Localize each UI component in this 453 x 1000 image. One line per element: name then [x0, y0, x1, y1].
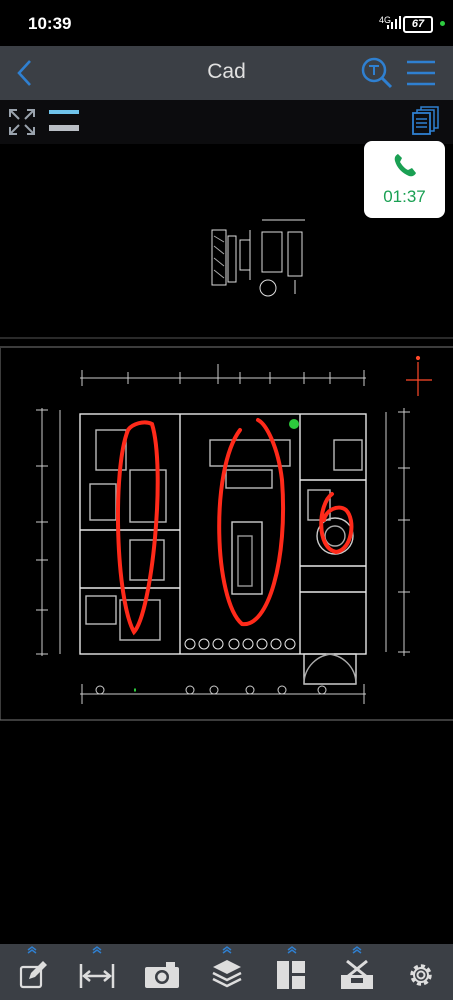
plant-green: [289, 419, 299, 429]
call-badge[interactable]: 01:37: [364, 141, 445, 218]
settings-icon: [410, 964, 432, 986]
measure-icon: [79, 964, 115, 988]
detail-drawing: [211, 219, 305, 297]
edit-button[interactable]: [2, 944, 62, 1000]
layers-icon: [212, 960, 242, 988]
status-bar: 10:39 4G 67: [0, 0, 453, 46]
measure-button[interactable]: [67, 944, 127, 1000]
status-time: 10:39: [28, 14, 72, 33]
expand-caret-icon: [27, 946, 37, 954]
view-toolbar: [0, 100, 453, 144]
layer-lines-icon[interactable]: [48, 108, 80, 136]
call-timer: 01:37: [383, 187, 426, 206]
fit-screen-icon[interactable]: [8, 108, 36, 136]
documents-icon[interactable]: [412, 106, 440, 136]
dimension-top: [80, 364, 366, 386]
settings-button[interactable]: [392, 944, 452, 1000]
expand-caret-icon: [92, 946, 102, 954]
layout-icon: [277, 961, 305, 989]
phone-icon: [394, 154, 416, 177]
expand-caret-icon: [352, 946, 362, 954]
dimension-left: [36, 408, 61, 656]
app-bar: Cad: [0, 46, 453, 100]
cad-canvas[interactable]: [0, 144, 453, 944]
edit-icon: [19, 961, 47, 989]
tools-button[interactable]: [327, 944, 387, 1000]
crosshair-marker: [406, 355, 432, 396]
bottom-toolbar: [0, 944, 453, 1000]
expand-caret-icon: [222, 946, 232, 954]
signal-icon: [387, 16, 401, 29]
plant-row: [184, 638, 296, 650]
battery-indicator: 67: [403, 16, 433, 33]
layout-button[interactable]: [262, 944, 322, 1000]
dimension-bottom: [80, 684, 366, 704]
text-search-icon[interactable]: [360, 56, 394, 90]
dimension-right: [385, 408, 410, 656]
layers-button[interactable]: [197, 944, 257, 1000]
camera-button[interactable]: [132, 944, 192, 1000]
camera-icon: [145, 962, 179, 988]
expand-caret-icon: [287, 946, 297, 954]
active-dot: [440, 21, 445, 26]
tools-icon: [341, 959, 373, 989]
menu-icon[interactable]: [405, 58, 437, 88]
cad-drawing: [0, 219, 453, 721]
